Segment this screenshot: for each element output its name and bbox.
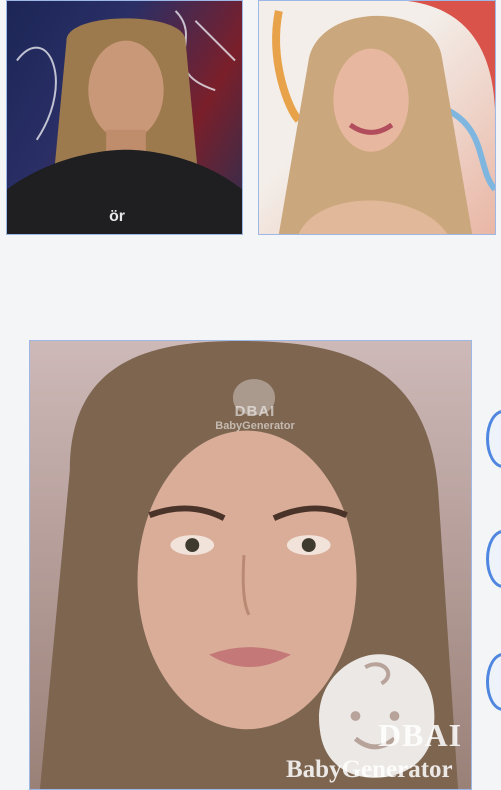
side-option-button-2[interactable] xyxy=(486,530,501,588)
shirt-print: ör xyxy=(109,208,125,225)
father-photo[interactable]: ör xyxy=(6,0,243,235)
side-option-button-1[interactable] xyxy=(486,410,501,468)
mother-photo[interactable] xyxy=(258,0,496,235)
generated-baby-photo[interactable]: DBAI BabyGenerator DBAI BabyGenerator xyxy=(29,340,472,790)
mother-portrait xyxy=(272,1,495,234)
side-option-button-3[interactable] xyxy=(486,653,501,711)
father-portrait: ör xyxy=(7,10,242,234)
child-portrait xyxy=(39,341,459,789)
